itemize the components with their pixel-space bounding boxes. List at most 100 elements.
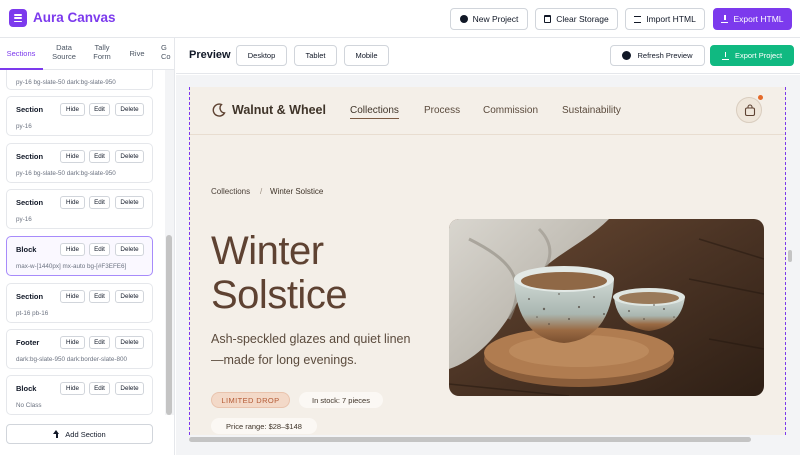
export-project-label: Export Project <box>734 51 783 60</box>
breadcrumb-current: Winter Solstice <box>270 187 324 196</box>
edit-button[interactable]: Edit <box>89 243 110 256</box>
tab-g-co[interactable]: G Co <box>161 43 174 61</box>
export-project-button[interactable]: Export Project <box>710 45 794 66</box>
cart-button[interactable] <box>736 97 762 123</box>
section-classes: py-16 bg-slate-50 dark:bg-slate-950 <box>16 79 116 86</box>
import-html-button[interactable]: Import HTML <box>625 8 705 30</box>
refresh-preview-button[interactable]: Refresh Preview <box>610 45 705 66</box>
site-brand[interactable]: Walnut & Wheel <box>232 103 326 117</box>
hide-button[interactable]: Hide <box>60 336 85 349</box>
limited-drop-badge: LIMITED DROP <box>211 392 290 408</box>
section-card-partial[interactable]: py-16 bg-slate-50 dark:bg-slate-950 <box>6 70 153 90</box>
sidebar-scroll-thumb[interactable] <box>166 235 172 415</box>
section-classes: py-16 <box>16 216 32 223</box>
hide-button[interactable]: Hide <box>60 150 85 163</box>
section-title: Section <box>16 198 44 207</box>
trash-icon <box>544 15 552 23</box>
section-title: Block <box>16 384 37 393</box>
tab-rive[interactable]: Rive <box>125 49 149 58</box>
section-title: Section <box>16 105 44 114</box>
device-mobile-button[interactable]: Mobile <box>344 45 389 66</box>
app-title: Aura Canvas <box>33 10 116 25</box>
delete-button[interactable]: Delete <box>115 290 144 303</box>
breadcrumb-link[interactable]: Collections <box>211 187 250 196</box>
refresh-icon <box>622 51 632 60</box>
nav-link-commission[interactable]: Commission <box>483 105 538 116</box>
nav-link-collections[interactable]: Collections <box>350 105 399 119</box>
tab-data-source[interactable]: Data Source <box>46 43 82 61</box>
upload-icon <box>53 430 60 438</box>
export-html-button[interactable]: Export HTML <box>713 8 792 30</box>
section-classes: py-16 bg-slate-50 dark:bg-slate-950 <box>16 170 116 177</box>
section-classes: pt-16 pb-16 <box>16 310 49 317</box>
section-list: py-16 bg-slate-50 dark:bg-slate-950 Sect… <box>0 70 166 415</box>
cart-notification-dot <box>758 95 763 100</box>
hide-button[interactable]: Hide <box>60 103 85 116</box>
preview-frame[interactable]: Walnut & Wheel Collections Process Commi… <box>189 87 786 435</box>
section-title: Section <box>16 292 44 301</box>
preview-toolbar: Preview Desktop Tablet Mobile Refresh Pr… <box>176 38 800 74</box>
stock-badge: In stock: 7 pieces <box>299 392 383 408</box>
edit-button[interactable]: Edit <box>89 103 110 116</box>
edit-button[interactable]: Edit <box>89 290 110 303</box>
section-card[interactable]: Block Hide Edit Delete No Class <box>6 375 153 415</box>
edit-button[interactable]: Edit <box>89 382 110 395</box>
section-title: Block <box>16 245 37 254</box>
edit-button[interactable]: Edit <box>89 196 110 209</box>
hero-title-line-1: Winter <box>211 229 324 273</box>
edit-button[interactable]: Edit <box>89 336 110 349</box>
new-project-button[interactable]: New Project <box>450 8 528 30</box>
import-html-label: Import HTML <box>646 14 696 24</box>
preview-horizontal-scrollbar[interactable] <box>189 437 751 442</box>
add-section-button[interactable]: Add Section <box>6 424 153 444</box>
preview-vertical-scrollbar[interactable] <box>788 250 792 262</box>
hide-button[interactable]: Hide <box>60 382 85 395</box>
section-title: Section <box>16 152 44 161</box>
price-badge: Price range: $28–$148 <box>211 418 317 434</box>
export-project-icon <box>721 51 729 60</box>
tab-tally-form[interactable]: Tally Form <box>87 43 117 61</box>
section-card[interactable]: Footer Hide Edit Delete dark:bg-slate-95… <box>6 329 153 369</box>
section-card-selected[interactable]: Block Hide Edit Delete max-w-[1440px] mx… <box>6 236 153 276</box>
delete-button[interactable]: Delete <box>115 103 144 116</box>
breadcrumb-separator: / <box>260 187 263 196</box>
sidebar-tabs: Sections Data Source Tally Form Rive G Co <box>0 38 174 70</box>
clear-storage-button[interactable]: Clear Storage <box>535 8 618 30</box>
hide-button[interactable]: Hide <box>60 290 85 303</box>
hero-title-line-2: Solstice <box>211 273 348 317</box>
sidebar: Sections Data Source Tally Form Rive G Co p… <box>0 38 175 455</box>
delete-button[interactable]: Delete <box>115 196 144 209</box>
preview-label: Preview <box>189 49 231 61</box>
nav-link-sustainability[interactable]: Sustainability <box>562 105 621 116</box>
hide-button[interactable]: Hide <box>60 243 85 256</box>
section-card[interactable]: Section Hide Edit Delete py-16 <box>6 189 153 229</box>
device-desktop-button[interactable]: Desktop <box>236 45 287 66</box>
new-project-icon <box>459 15 468 23</box>
refresh-preview-label: Refresh Preview <box>637 51 693 60</box>
edit-button[interactable]: Edit <box>89 150 110 163</box>
section-card[interactable]: Section Hide Edit Delete py-16 <box>6 96 153 136</box>
section-card[interactable]: Section Hide Edit Delete pt-16 pb-16 <box>6 283 153 323</box>
app-logo-icon <box>9 9 27 27</box>
delete-button[interactable]: Delete <box>115 382 144 395</box>
hide-button[interactable]: Hide <box>60 196 85 209</box>
hero-title: Winter Solstice <box>211 229 348 317</box>
device-tablet-button[interactable]: Tablet <box>294 45 337 66</box>
download-icon <box>721 15 729 23</box>
section-classes: No Class <box>16 402 42 409</box>
add-section-label: Add Section <box>65 429 106 439</box>
import-icon <box>634 15 642 23</box>
clear-storage-label: Clear Storage <box>556 14 609 24</box>
top-bar: Aura Canvas New Project Clear Storage Im… <box>0 0 800 38</box>
delete-button[interactable]: Delete <box>115 336 144 349</box>
section-classes: dark:bg-slate-950 dark:border-slate-800 <box>16 356 127 363</box>
nav-link-process[interactable]: Process <box>424 105 460 116</box>
moon-logo-icon <box>212 103 226 117</box>
section-title: Footer <box>16 338 40 347</box>
section-card[interactable]: Section Hide Edit Delete py-16 bg-slate-… <box>6 143 153 183</box>
delete-button[interactable]: Delete <box>115 243 144 256</box>
site-navbar: Walnut & Wheel Collections Process Commi… <box>190 87 785 135</box>
delete-button[interactable]: Delete <box>115 150 144 163</box>
new-project-label: New Project <box>472 14 519 24</box>
tab-sections[interactable]: Sections <box>3 49 39 58</box>
